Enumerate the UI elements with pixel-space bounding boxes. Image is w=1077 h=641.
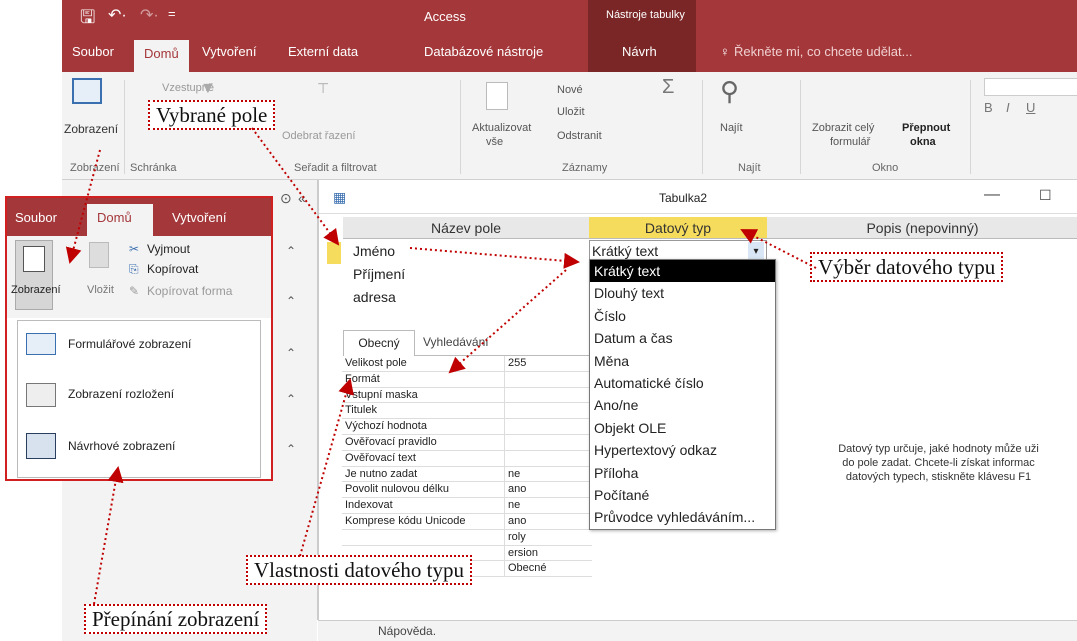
arrow-line <box>65 149 101 264</box>
arrow-line <box>299 378 354 557</box>
arrow-line <box>409 247 580 269</box>
arrow-line <box>251 127 340 246</box>
arrow-line <box>740 229 817 269</box>
arrow-line <box>448 269 567 374</box>
arrow-line <box>93 466 124 605</box>
annotation-arrows <box>65 127 817 605</box>
